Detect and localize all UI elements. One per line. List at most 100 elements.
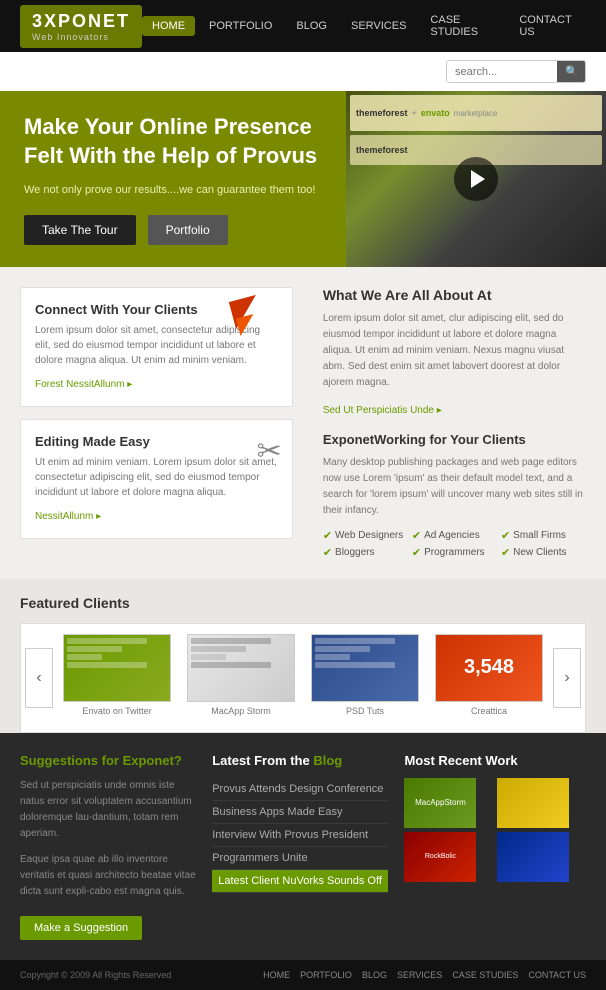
footer-col-blog: Latest From the Blog Provus Attends Desi… [212, 753, 388, 940]
featured-clients-section: Featured Clients ‹ Envato on Twitter [0, 579, 606, 733]
nav-home[interactable]: HOME [142, 16, 195, 36]
client-thumb-creattica: 3,548 [435, 634, 543, 702]
footer-nav: HOME PORTFOLIO BLOG SERVICES CASE STUDIE… [263, 970, 586, 980]
suggestions-text-1: Sed ut perspiciatis unde omnis iste natu… [20, 778, 196, 842]
right-text-2: Many desktop publishing packages and web… [323, 455, 586, 519]
nav-contact[interactable]: CONTACT US [509, 10, 586, 42]
client-small-firms: ✔Small Firms [501, 529, 586, 542]
hero-title: Make Your Online Presence Felt With the … [24, 113, 322, 170]
client-thumb-psd [311, 634, 419, 702]
thumb-content-psd [312, 635, 418, 701]
work-grid: MacAppStorm RockBolic [404, 778, 586, 882]
search-wrap: 🔍 [446, 60, 586, 83]
play-button[interactable] [454, 157, 498, 201]
copyright: Copyright © 2009 All Rights Reserved [20, 970, 171, 980]
right-text-1: Lorem ipsum dolor sit amet, clur adipisc… [323, 311, 586, 391]
right-link-1[interactable]: Sed Ut Perspiciatis Unde ▸ [323, 405, 586, 416]
nav-services[interactable]: SERVICES [341, 16, 416, 36]
right-title-1: What We Are All About At [323, 287, 586, 303]
hero-video[interactable]: themeforest + envato marketplace themefo… [346, 91, 606, 267]
footer-nav-portfolio[interactable]: PORTFOLIO [300, 970, 352, 980]
work-item-3: RockBolic [404, 832, 476, 882]
blog-link-5[interactable]: Latest Client NuVorks Sounds Off [212, 870, 388, 893]
blog-link-1[interactable]: Provus Attends Design Conference [212, 778, 388, 801]
carousel-items: Envato on Twitter MacApp Storm [53, 634, 553, 722]
check-icon: ✔ [501, 546, 510, 559]
client-item-envato: Envato on Twitter [62, 634, 172, 722]
portfolio-button[interactable]: Portfolio [148, 215, 228, 245]
search-input[interactable] [447, 62, 557, 82]
check-icon: ✔ [412, 529, 421, 542]
features-section: Connect With Your Clients Lorem ipsum do… [0, 267, 606, 579]
carousel-prev-button[interactable]: ‹ [25, 648, 53, 708]
thumb-content [64, 635, 170, 701]
check-icon: ✔ [501, 529, 510, 542]
scissors-icon: ✂ [257, 434, 282, 469]
hero-left: Make Your Online Presence Felt With the … [0, 91, 346, 267]
clients-carousel: ‹ Envato on Twitter [20, 623, 586, 733]
right-title-2: ExponetWorking for Your Clients [323, 432, 586, 447]
make-suggestion-button[interactable]: Make a Suggestion [20, 916, 142, 940]
feature-card-1: Connect With Your Clients Lorem ipsum do… [20, 287, 293, 407]
blog-link-2[interactable]: Business Apps Made Easy [212, 801, 388, 824]
take-tour-button[interactable]: Take The Tour [24, 215, 136, 245]
check-icon: ✔ [323, 546, 332, 559]
search-button[interactable]: 🔍 [557, 61, 586, 82]
footer-nav-case-studies[interactable]: CASE STUDIES [452, 970, 518, 980]
blog-link-3[interactable]: Interview With Provus President [212, 824, 388, 847]
logo-text: 3XPONET [32, 11, 130, 32]
client-web-designers: ✔Web Designers [323, 529, 408, 542]
clients-grid: ✔Web Designers ✔Ad Agencies ✔Small Firms… [323, 529, 586, 559]
featured-clients-title: Featured Clients [20, 595, 586, 611]
footer-col-suggestions: Suggestions for Exponet? Sed ut perspici… [20, 753, 196, 940]
footer-nav-blog[interactable]: BLOG [362, 970, 387, 980]
hero-section: Make Your Online Presence Felt With the … [0, 91, 606, 267]
client-label-psd: PSD Tuts [346, 706, 384, 722]
client-new-clients: ✔New Clients [501, 546, 586, 559]
footer-nav-contact[interactable]: CONTACT US [528, 970, 586, 980]
footer-bottom: Copyright © 2009 All Rights Reserved HOM… [0, 960, 606, 990]
feature-2-link[interactable]: NessitAllunm ▸ [35, 511, 101, 522]
client-label-creattica: Creattica [471, 706, 507, 722]
client-item-macapp: MacApp Storm [186, 634, 296, 722]
thumb-content-mac [188, 635, 294, 701]
client-thumb-envato [63, 634, 171, 702]
right-section-2: ExponetWorking for Your Clients Many des… [323, 432, 586, 559]
feature-2-text: Ut enim ad minim veniam. Lorem ipsum dol… [35, 455, 278, 500]
client-thumb-macapp [187, 634, 295, 702]
nav-case-studies[interactable]: CASE STUDIES [420, 10, 505, 42]
blog-title: Latest From the Blog [212, 753, 388, 768]
blog-link-4[interactable]: Programmers Unite [212, 847, 388, 870]
client-item-psd: PSD Tuts [310, 634, 420, 722]
client-programmers: ✔Programmers [412, 546, 497, 559]
client-label-envato: Envato on Twitter [82, 706, 151, 722]
hero-subtitle: We not only prove our results....we can … [24, 182, 322, 199]
search-bar: 🔍 [0, 52, 606, 91]
video-background: themeforest + envato marketplace themefo… [346, 91, 606, 267]
work-title: Most Recent Work [404, 753, 586, 768]
footer-top: Suggestions for Exponet? Sed ut perspici… [0, 733, 606, 960]
header: 3XPONET Web Innovators HOME PORTFOLIO BL… [0, 0, 606, 52]
nav-blog[interactable]: BLOG [286, 16, 337, 36]
client-bloggers: ✔Bloggers [323, 546, 408, 559]
client-label-macapp: MacApp Storm [211, 706, 271, 722]
arrow-icon [232, 298, 282, 348]
nav-portfolio[interactable]: PORTFOLIO [199, 16, 282, 36]
logo-sub: Web Innovators [32, 32, 109, 42]
check-icon: ✔ [412, 546, 421, 559]
footer-col-work: Most Recent Work MacAppStorm RockBolic [404, 753, 586, 940]
work-item-1: MacAppStorm [404, 778, 476, 828]
right-section-1: What We Are All About At Lorem ipsum dol… [323, 287, 586, 416]
suggestions-text-2: Eaque ipsa quae ab illo inventore verita… [20, 852, 196, 900]
work-item-2 [497, 778, 569, 828]
carousel-next-button[interactable]: › [553, 648, 581, 708]
play-arrow-icon [471, 170, 485, 188]
work-item-4 [497, 832, 569, 882]
features-left: Connect With Your Clients Lorem ipsum do… [20, 287, 293, 559]
hero-buttons: Take The Tour Portfolio [24, 215, 322, 245]
footer-nav-services[interactable]: SERVICES [397, 970, 442, 980]
footer-nav-home[interactable]: HOME [263, 970, 290, 980]
client-item-creattica: 3,548 Creattica [434, 634, 544, 722]
feature-1-link[interactable]: Forest NessitAllunm ▸ [35, 379, 132, 390]
creattica-number: 3,548 [464, 656, 514, 679]
